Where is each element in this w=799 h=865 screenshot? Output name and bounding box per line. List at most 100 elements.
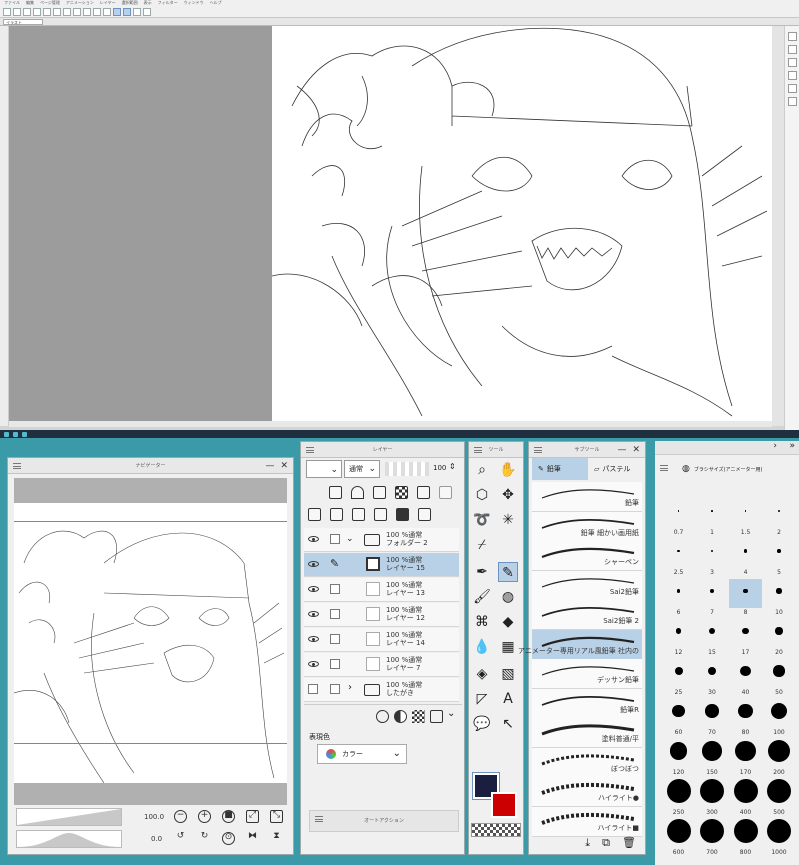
brush-size-cell[interactable]: 150 — [696, 739, 729, 776]
flip-vertical-icon[interactable]: ⧗ — [270, 832, 283, 845]
invert-selection-icon[interactable] — [83, 7, 91, 16]
brush-item[interactable]: 塗料普通/平 — [532, 718, 642, 748]
hand-tool-icon[interactable]: ✋ — [498, 460, 518, 480]
brush-size-cell[interactable]: 20 — [763, 619, 796, 656]
minimize-icon[interactable]: — — [265, 461, 274, 471]
mask-add-icon[interactable] — [396, 508, 409, 521]
layer-checkbox[interactable] — [330, 584, 340, 594]
brush-size-cell[interactable]: 30 — [696, 659, 729, 696]
brush-size-cell[interactable]: 2 — [763, 499, 796, 536]
redo-icon[interactable] — [43, 7, 51, 16]
opacity-value[interactable]: 100 — [433, 464, 446, 472]
layer-row[interactable]: 100 %通常 レイヤー 12 — [304, 603, 459, 627]
brush-size-cell[interactable]: 5 — [763, 539, 796, 576]
lock-transparency-icon[interactable] — [395, 486, 408, 499]
canvas-paper[interactable] — [272, 26, 772, 421]
menu-icon[interactable] — [660, 465, 668, 471]
eye-icon[interactable] — [308, 636, 319, 642]
rotate-right-icon[interactable]: ↻ — [198, 832, 211, 845]
eyedropper-icon[interactable]: ⌿ — [472, 535, 492, 555]
correct-line-icon[interactable]: ↖ — [498, 714, 518, 734]
merge-down-icon[interactable] — [374, 508, 387, 521]
layer-row[interactable]: › 100 %通常 したがき — [304, 678, 459, 702]
rotation-slider[interactable] — [16, 830, 122, 848]
brush-item[interactable]: ぼつぼつ — [532, 747, 642, 778]
brush-item[interactable]: ハイライト● — [532, 777, 642, 807]
download-icon[interactable]: ⤓ — [585, 836, 590, 854]
canvas-background[interactable] — [9, 26, 272, 421]
brush-size-cell[interactable]: 400 — [729, 779, 762, 816]
layer-property-icon[interactable] — [329, 486, 342, 499]
brush-item[interactable]: アニメーター専用リアル風鉛筆 社内の — [518, 629, 642, 660]
layer-row[interactable]: 100 %通常 レイヤー 14 — [304, 628, 459, 652]
layer-color-icon[interactable] — [430, 710, 443, 723]
brush-tool-icon[interactable]: 🖌 — [472, 587, 492, 607]
brush-size-cell[interactable]: 4 — [729, 539, 762, 576]
chevron-right-icon[interactable]: › — [348, 682, 352, 693]
reset-rotation-icon[interactable]: ⊙ — [222, 832, 235, 845]
brush-size-cell[interactable]: 120 — [662, 739, 695, 776]
property-dock-icon[interactable] — [787, 84, 797, 93]
subtool-tab-pastel[interactable]: ▱ パステル — [588, 458, 644, 480]
color-dock-icon[interactable] — [787, 45, 797, 54]
layer-row[interactable]: 100 %通常 レイヤー 13 — [304, 578, 459, 602]
snap-ruler-icon[interactable] — [123, 7, 131, 16]
trash-icon[interactable]: 🗑 — [622, 836, 636, 854]
transform-icon[interactable] — [63, 7, 71, 16]
clear-icon[interactable] — [53, 7, 61, 16]
brush-size-cell[interactable]: 1000 — [763, 819, 796, 856]
search-icon[interactable] — [13, 431, 18, 437]
menu-icon[interactable] — [474, 447, 482, 453]
chevron-down-icon[interactable]: ⌄ — [346, 534, 354, 544]
brush-size-cell[interactable]: 8 — [729, 579, 762, 616]
brush-size-cell[interactable]: 2.5 — [662, 539, 695, 576]
menu-icon[interactable] — [306, 447, 314, 453]
brush-item[interactable]: 鉛筆 細かい画用紙 — [532, 511, 642, 542]
layer-checkbox[interactable] — [330, 534, 340, 544]
eye-icon[interactable] — [308, 611, 319, 617]
brush-item[interactable]: 鉛筆R — [532, 688, 642, 719]
decoration-tool-icon[interactable]: ⌘ — [472, 612, 492, 632]
brush-size-cell[interactable]: 40 — [729, 659, 762, 696]
brush-size-cell[interactable]: 500 — [763, 779, 796, 816]
layer-row[interactable]: ✎ 100 %通常 レイヤー 15 — [304, 553, 459, 577]
brush-size-cell[interactable]: 700 — [696, 819, 729, 856]
new-folder-icon[interactable] — [330, 508, 343, 521]
fit-width-icon[interactable]: ⤡ — [270, 810, 283, 823]
blend-mode-select[interactable]: 通常 ⌄ — [344, 460, 380, 478]
minimize-icon[interactable]: — — [617, 445, 626, 455]
auto-action-titlebar[interactable]: オートアクション — [309, 810, 459, 832]
start-icon[interactable] — [4, 431, 9, 437]
brush-size-cell[interactable]: 12 — [662, 619, 695, 656]
save-icon[interactable] — [23, 7, 31, 16]
visibility-checkbox[interactable] — [308, 684, 318, 694]
brush-item[interactable]: ハイライト■ — [532, 806, 642, 837]
layer-row[interactable]: 100 %通常 レイヤー 7 — [304, 653, 459, 677]
reference-layer-icon[interactable] — [351, 486, 364, 499]
double-chevron-right-icon[interactable]: » — [789, 441, 795, 451]
brush-item[interactable]: 鉛筆 — [532, 482, 642, 512]
trash-icon[interactable] — [418, 508, 431, 521]
pen-tool-icon[interactable]: ✒ — [472, 562, 492, 582]
history-dock-icon[interactable] — [787, 97, 797, 106]
magic-wand-icon[interactable]: ✳ — [498, 510, 518, 530]
layer-checkbox[interactable] — [330, 659, 340, 669]
blend-tool-icon[interactable]: 💧 — [472, 637, 492, 657]
menu-icon[interactable] — [534, 447, 542, 453]
chevron-down-icon[interactable]: ⌄ — [447, 708, 455, 719]
fill-icon[interactable] — [93, 7, 101, 16]
clip-icon[interactable] — [439, 486, 452, 499]
layer-checkbox[interactable] — [330, 684, 340, 694]
layer-dock-icon[interactable] — [787, 58, 797, 67]
opacity-slider[interactable] — [385, 462, 429, 476]
brush-item[interactable]: デッサン鉛筆 — [532, 659, 642, 689]
undo-icon[interactable] — [33, 7, 41, 16]
text-tool-icon[interactable]: A — [498, 689, 518, 709]
open-icon[interactable] — [13, 7, 21, 16]
deselect-icon[interactable] — [73, 7, 81, 16]
brush-size-cell[interactable]: 600 — [662, 819, 695, 856]
zoom-value[interactable]: 100.0 — [144, 813, 164, 821]
new-raster-layer-icon[interactable] — [308, 508, 321, 521]
brush-size-cell[interactable]: 50 — [763, 659, 796, 696]
subtool-tab-pencil[interactable]: ✎ 鉛筆 — [532, 458, 588, 480]
